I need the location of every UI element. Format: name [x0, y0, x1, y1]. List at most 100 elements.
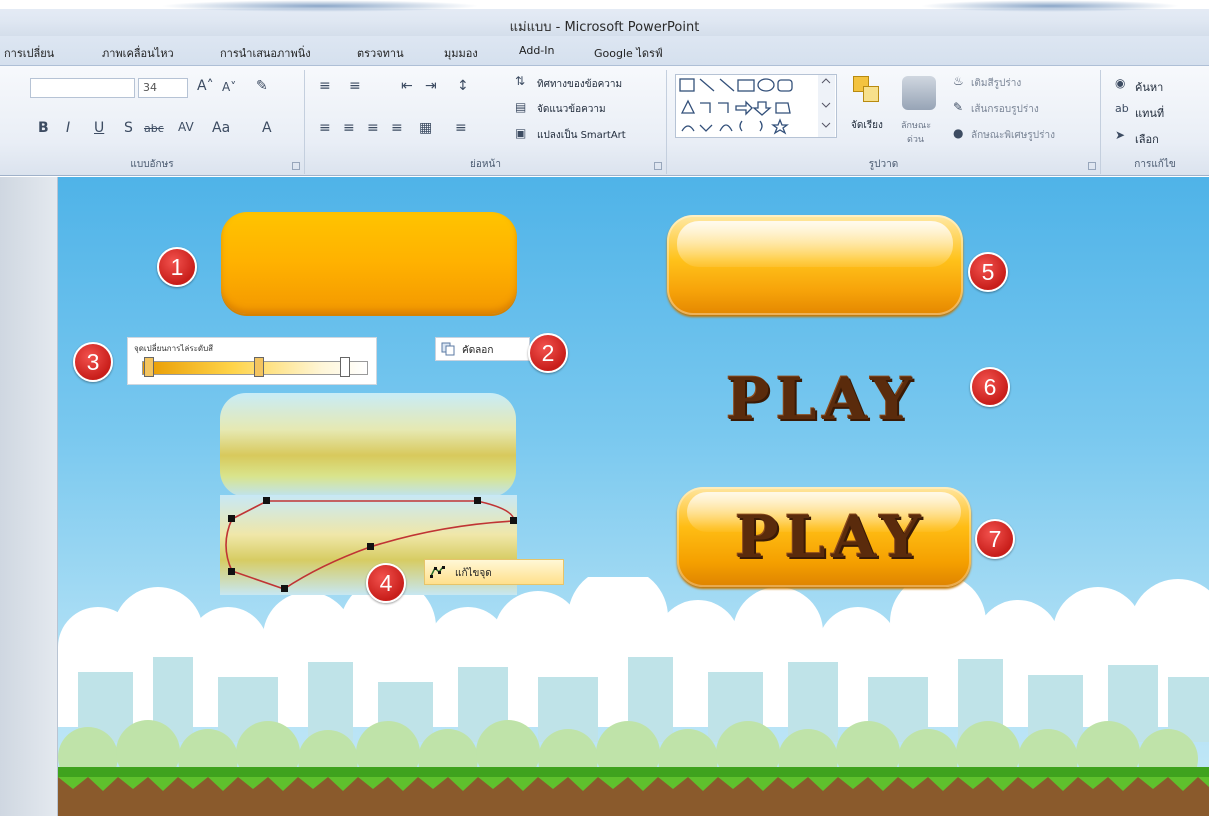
- edit-points-icon: [430, 566, 445, 578]
- arrange-button[interactable]: จัดเรียง: [851, 118, 883, 133]
- play-button-7[interactable]: PLAY: [677, 487, 971, 587]
- gradient-stop-handle[interactable]: [144, 357, 154, 377]
- bullets-icon[interactable]: ≡: [319, 78, 331, 94]
- font-size-combo[interactable]: 34: [138, 78, 188, 98]
- align-text-icon: ▤: [515, 100, 527, 114]
- convert-smartart-button[interactable]: แปลงเป็น SmartArt: [537, 128, 626, 143]
- gradient-stops-panel: จุดเปลี่ยนการไล่ระดับสี: [127, 337, 377, 385]
- glossy-button-5[interactable]: [667, 215, 963, 315]
- change-case-icon[interactable]: Aa: [212, 120, 230, 136]
- italic-icon[interactable]: I: [66, 120, 70, 136]
- gradient-stops-title: จุดเปลี่ยนการไล่ระดับสี: [134, 344, 214, 353]
- paragraph-dialog-launcher-icon[interactable]: [654, 162, 662, 170]
- shapes-gallery-icons: [679, 75, 835, 137]
- tab-google-drive[interactable]: Google ไดรฟ์: [594, 44, 663, 62]
- copy-label: คัดลอก: [462, 345, 494, 356]
- decrease-indent-icon[interactable]: ⇤: [401, 78, 413, 94]
- shape-outline-icon: ✎: [953, 100, 964, 114]
- shadow-icon[interactable]: S: [124, 120, 133, 136]
- text-direction-icon: ⇅: [515, 74, 526, 88]
- font-size-value: 34: [143, 81, 157, 94]
- gradient-stop-handle[interactable]: [340, 357, 350, 377]
- paragraph-group-label: ย่อหน้า: [470, 159, 501, 170]
- button-gloss: [677, 221, 953, 267]
- callout-badge-2: 2: [528, 333, 568, 373]
- title-bar: แม่แบบ - Microsoft PowerPoint: [0, 0, 1209, 36]
- gradient-button-3[interactable]: [220, 393, 516, 497]
- font-group: 34 A˄ A˅ ✎ B I U S abc AV Aa A แบบอักษร: [0, 70, 305, 174]
- orange-button-1[interactable]: [221, 212, 517, 314]
- font-group-label: แบบอักษร: [130, 159, 174, 170]
- gradient-stop-handle[interactable]: [254, 357, 264, 377]
- shrink-font-icon[interactable]: A˅: [222, 80, 236, 94]
- font-color-icon[interactable]: A: [262, 120, 272, 136]
- strikethrough-icon[interactable]: abc: [144, 122, 164, 135]
- editing-group: ◉ ค้นหา ab แทนที่ ➤ เลือก การแก้ไข: [1101, 70, 1209, 174]
- distributed-icon[interactable]: ≡: [455, 120, 467, 136]
- editing-group-label: การแก้ไข: [1134, 159, 1176, 170]
- callout-badge-4: 4: [366, 563, 406, 603]
- clear-format-icon[interactable]: ✎: [256, 78, 268, 94]
- quick-styles-label-2: ด่วน: [907, 135, 925, 145]
- replace-button[interactable]: แทนที่: [1135, 104, 1164, 122]
- find-button[interactable]: ค้นหา: [1135, 78, 1163, 96]
- binoculars-icon: ◉: [1115, 76, 1126, 90]
- slide-canvas[interactable]: จุดเปลี่ยนการไล่ระดับสี คัดลอก แก้ไขจุด …: [58, 177, 1209, 816]
- shape-effects-icon: ●: [953, 126, 964, 140]
- tab-add-ins[interactable]: Add-In: [519, 44, 554, 57]
- edit-points-button[interactable]: แก้ไขจุด: [424, 559, 564, 585]
- tab-animations[interactable]: ภาพเคลื่อนไหว: [102, 44, 174, 62]
- select-button[interactable]: เลือก: [1135, 130, 1159, 148]
- ribbon: 34 A˄ A˅ ✎ B I U S abc AV Aa A แบบอักษร …: [0, 66, 1209, 176]
- justify-icon[interactable]: ≡: [391, 120, 403, 136]
- align-left-icon[interactable]: ≡: [319, 120, 331, 136]
- drawing-group: จัดเรียง ลักษณะ ด่วน ♨ เติมสีรูปร่าง ✎ เ…: [667, 70, 1101, 174]
- font-dialog-launcher-icon[interactable]: [292, 162, 300, 170]
- shape-fill-button[interactable]: เติมสีรูปร่าง: [971, 76, 1021, 91]
- callout-badge-5: 5: [968, 252, 1008, 292]
- align-text-button[interactable]: จัดแนวข้อความ: [537, 102, 606, 117]
- play-button-label: PLAY: [735, 503, 927, 571]
- workspace: จุดเปลี่ยนการไล่ระดับสี คัดลอก แก้ไขจุด …: [0, 177, 1209, 816]
- copy-icon: [441, 342, 455, 356]
- shape-fill-icon: ♨: [953, 74, 964, 88]
- background-scenery: [58, 577, 1209, 816]
- char-spacing-icon[interactable]: AV: [178, 120, 194, 134]
- underline-icon[interactable]: U: [94, 120, 104, 136]
- select-cursor-icon: ➤: [1115, 128, 1126, 142]
- grow-font-icon[interactable]: A˄: [197, 78, 214, 94]
- tab-transitions[interactable]: การเปลี่ยน: [4, 44, 54, 62]
- drawing-group-label: รูปวาด: [868, 159, 899, 170]
- drawing-dialog-launcher-icon[interactable]: [1088, 162, 1096, 170]
- font-name-combo[interactable]: [30, 78, 135, 98]
- title-bar-glow: [920, 0, 1180, 12]
- tab-view[interactable]: มุมมอง: [444, 44, 478, 62]
- callout-badge-3: 3: [73, 342, 113, 382]
- quick-styles-icon: [902, 76, 936, 110]
- increase-indent-icon[interactable]: ⇥: [425, 78, 437, 94]
- tab-slide-show[interactable]: การนำเสนอภาพนิ่ง: [220, 44, 311, 62]
- line-spacing-icon[interactable]: ↕: [457, 78, 469, 94]
- numbering-icon[interactable]: ≡: [349, 78, 361, 94]
- replace-icon: ab: [1115, 102, 1129, 115]
- play-wordart-6[interactable]: PLAY: [726, 365, 918, 433]
- smartart-icon: ▣: [515, 126, 527, 140]
- slide-panel-strip[interactable]: [0, 177, 58, 816]
- bold-icon[interactable]: B: [38, 120, 49, 136]
- copy-button[interactable]: คัดลอก: [435, 337, 530, 361]
- shapes-gallery[interactable]: [675, 74, 837, 138]
- quick-styles-label[interactable]: ลักษณะ: [901, 118, 931, 132]
- callout-badge-6: 6: [970, 367, 1010, 407]
- shape-outline-button[interactable]: เส้นกรอบรูปร่าง: [971, 102, 1039, 117]
- columns-icon[interactable]: ▦: [419, 120, 432, 136]
- tab-review[interactable]: ตรวจทาน: [357, 44, 404, 62]
- title-bar-glow: [160, 0, 480, 12]
- window-title: แม่แบบ - Microsoft PowerPoint: [509, 20, 700, 35]
- text-direction-button[interactable]: ทิศทางของข้อความ: [537, 77, 622, 92]
- align-center-icon[interactable]: ≡: [343, 120, 355, 136]
- ribbon-tabs: การเปลี่ยน ภาพเคลื่อนไหว การนำเสนอภาพนิ่…: [0, 36, 1209, 66]
- align-right-icon[interactable]: ≡: [367, 120, 379, 136]
- arrange-icon: [853, 76, 883, 110]
- callout-badge-7: 7: [975, 519, 1015, 559]
- shape-effects-button[interactable]: ลักษณะพิเศษรูปร่าง: [971, 128, 1055, 143]
